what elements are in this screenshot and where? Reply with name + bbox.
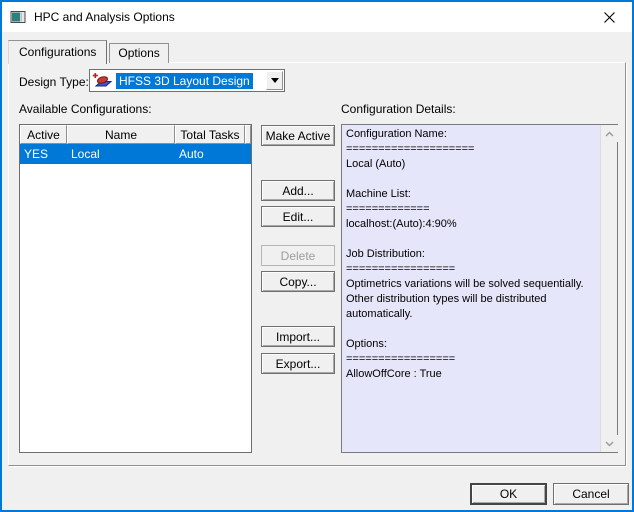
copy-button[interactable]: Copy... [261, 271, 335, 292]
cancel-button[interactable]: Cancel [553, 483, 629, 505]
column-header-total-tasks[interactable]: Total Tasks [175, 125, 245, 144]
add-button[interactable]: Add... [261, 180, 335, 201]
configurations-list: Active Name Total Tasks YES Local Auto [19, 124, 252, 453]
table-row[interactable]: YES Local Auto [20, 144, 251, 164]
details-scrollbar[interactable] [600, 125, 618, 452]
tab-label: Configurations [19, 45, 97, 59]
design-type-label: Design Type: [19, 75, 89, 89]
tab-strip: Configurations Options [8, 40, 169, 64]
column-header-active[interactable]: Active [20, 125, 67, 144]
configuration-details-label: Configuration Details: [341, 102, 456, 116]
list-header: Active Name Total Tasks [20, 125, 251, 144]
app-window-icon [10, 9, 26, 25]
dialog-body: Configurations Options Design Type: HFSS [2, 32, 632, 510]
tab-options[interactable]: Options [109, 43, 169, 63]
close-icon [604, 11, 615, 23]
configuration-details-text: Configuration Name: ====================… [346, 128, 584, 380]
close-button[interactable] [587, 2, 632, 32]
hpc-analysis-options-dialog: HPC and Analysis Options Configurations … [0, 0, 634, 512]
delete-button: Delete [261, 245, 335, 266]
scroll-down-button[interactable] [601, 435, 618, 452]
tab-configurations[interactable]: Configurations [8, 40, 108, 64]
cell-name: Local [71, 147, 100, 161]
hfss-3d-layout-design-icon [92, 72, 114, 89]
export-button[interactable]: Export... [261, 353, 335, 374]
window-title: HPC and Analysis Options [34, 10, 175, 24]
available-configurations-label: Available Configurations: [19, 102, 152, 116]
cell-total-tasks: Auto [179, 147, 204, 161]
ok-button[interactable]: OK [470, 483, 547, 505]
configuration-details-panel: Configuration Name: ====================… [341, 124, 618, 453]
tab-label: Options [118, 46, 160, 60]
column-header-name[interactable]: Name [67, 125, 175, 144]
design-type-combobox[interactable]: HFSS 3D Layout Design [89, 69, 285, 92]
chevron-down-icon [605, 441, 614, 446]
make-active-button[interactable]: Make Active [261, 125, 335, 146]
combo-dropdown-button[interactable] [266, 71, 283, 90]
titlebar: HPC and Analysis Options [2, 2, 632, 32]
chevron-up-icon [605, 131, 614, 136]
edit-button[interactable]: Edit... [261, 206, 335, 227]
import-button[interactable]: Import... [261, 326, 335, 347]
chevron-down-icon [270, 78, 279, 83]
design-type-selected-value: HFSS 3D Layout Design [116, 72, 253, 89]
column-header-filler [245, 125, 251, 144]
configurations-tab-page: Design Type: HFSS 3D Layout Design Avail… [8, 62, 626, 466]
scroll-up-button[interactable] [601, 125, 618, 142]
cell-active: YES [24, 147, 49, 161]
